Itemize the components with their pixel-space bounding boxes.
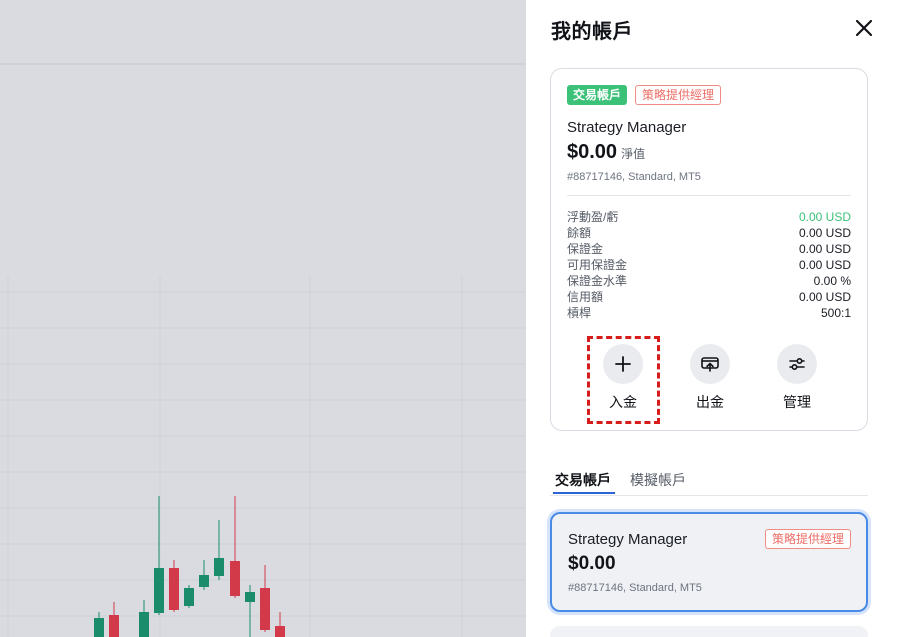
list-account-meta: #88717146, Standard, MT5 [568, 582, 702, 594]
stat-value: 0.00 USD [798, 242, 851, 256]
withdraw-button[interactable]: 出金 [670, 344, 750, 412]
account-name: Strategy Manager [567, 119, 687, 136]
account-meta: #88717146, Standard, MT5 [567, 171, 701, 183]
withdraw-label: 出金 [696, 394, 724, 410]
divider [567, 195, 851, 196]
account-stats: 浮動盈/虧 0.00 USD 餘額 0.00 USD 保證金 0.00 USD … [567, 209, 851, 321]
stat-label: 可用保證金 [567, 258, 628, 272]
stat-label: 餘額 [567, 226, 592, 240]
stat-row-margin-level: 保證金水準 0.00 % [567, 273, 851, 289]
stat-label: 浮動盈/虧 [567, 210, 619, 224]
account-equity-amount: $0.00 [567, 141, 618, 163]
panel-title: 我的帳戶 [551, 21, 633, 43]
stat-row-balance: 餘額 0.00 USD [567, 225, 851, 241]
account-list-item[interactable]: Strategy Manager 策略提供經理 $0.00 #88717146,… [550, 512, 868, 612]
stat-label: 保證金 [567, 242, 604, 256]
stat-row-leverage: 槓桿 500:1 [567, 305, 851, 321]
close-button[interactable] [852, 16, 876, 40]
account-summary-card: 交易帳戶 策略提供經理 Strategy Manager $0.00 淨值 #8… [550, 68, 868, 431]
sliders-icon [789, 358, 805, 371]
deposit-label: 入金 [609, 394, 637, 410]
withdraw-icon-circle [690, 344, 730, 384]
tab-active-indicator [553, 492, 615, 494]
tab-trading-accounts[interactable]: 交易帳戶 [555, 470, 611, 490]
stat-value: 0.00 % [813, 274, 851, 288]
account-tabs: 交易帳戶 模擬帳戶 [550, 466, 868, 496]
deposit-icon-circle [603, 344, 643, 384]
stat-value: 0.00 USD [798, 258, 851, 272]
account-badges: 交易帳戶 策略提供經理 [567, 85, 722, 105]
stat-label: 信用額 [567, 290, 604, 304]
stat-row-floating-pl: 浮動盈/虧 0.00 USD [567, 209, 851, 225]
manage-icon-circle [777, 344, 817, 384]
withdraw-icon [701, 357, 719, 372]
list-account-balance: $0.00 [568, 553, 616, 574]
stat-value: 0.00 USD [798, 290, 851, 304]
account-equity-label: 淨值 [621, 147, 646, 161]
manage-button[interactable]: 管理 [757, 344, 837, 412]
stat-value: 0.00 USD [798, 226, 851, 240]
candlestick-chart [0, 63, 526, 637]
list-account-badge: 策略提供經理 [765, 529, 852, 549]
account-actions: 入金 出金 管理 [551, 336, 869, 424]
stat-label: 槓桿 [567, 306, 592, 320]
my-accounts-panel: 我的帳戶 交易帳戶 策略提供經理 Strategy Manager $0.00 … [526, 0, 900, 637]
plus-icon [615, 356, 631, 372]
account-list-item-partial[interactable] [550, 626, 868, 637]
stat-value: 500:1 [820, 306, 851, 320]
account-role-badge: 策略提供經理 [635, 85, 722, 105]
list-account-name: Strategy Manager [568, 531, 688, 548]
stat-row-margin: 保證金 0.00 USD [567, 241, 851, 257]
stat-value: 0.00 USD [798, 210, 851, 224]
tab-demo-accounts[interactable]: 模擬帳戶 [630, 470, 686, 490]
stat-label: 保證金水準 [567, 274, 628, 288]
manage-label: 管理 [783, 394, 811, 410]
close-icon [855, 19, 873, 37]
deposit-button[interactable]: 入金 [583, 344, 663, 412]
stat-row-free-margin: 可用保證金 0.00 USD [567, 257, 851, 273]
chart-background [0, 0, 526, 637]
stat-row-credit: 信用額 0.00 USD [567, 289, 851, 305]
account-type-badge: 交易帳戶 [567, 85, 628, 105]
account-balance: $0.00 淨值 [567, 141, 645, 164]
